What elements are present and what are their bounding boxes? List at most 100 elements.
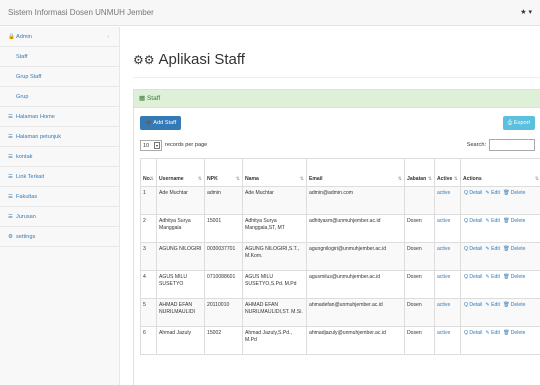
staff-panel: ▦ Staff ➕ Add Staff ⎙ Export 10 ▾ record…	[133, 89, 540, 385]
column-header-jabatan[interactable]: Jabatan ⇅	[404, 158, 435, 187]
edit-link[interactable]: ✎ Edit	[485, 218, 499, 224]
cell-username: Adhitya Surya Manggala	[156, 214, 205, 243]
column-header-npk[interactable]: NPK ⇅	[204, 158, 243, 187]
sidebar-item-settings[interactable]: ⚙ settings	[0, 227, 119, 247]
cell-actions: Q Detail ✎ Edit 🗑 Delete	[460, 270, 540, 299]
cell-active-status[interactable]: active	[434, 326, 461, 355]
cell-actions: Q Detail ✎ Edit 🗑 Delete	[460, 186, 540, 215]
export-label: Export	[513, 120, 530, 126]
cell-nama: AGUNG NILOGIRI,S.T., M.Kom.	[242, 242, 307, 271]
cell-username: AGUS MILU SUSETYO	[156, 270, 205, 299]
export-button[interactable]: ⎙ Export	[502, 116, 535, 130]
edit-link[interactable]: ✎ Edit	[485, 246, 499, 252]
brand-title[interactable]: Sistem Informasi Dosen UNMUH Jember	[8, 8, 154, 17]
top-navbar: Sistem Informasi Dosen UNMUH Jember ★ ▾	[0, 0, 540, 26]
edit-link[interactable]: ✎ Edit	[485, 274, 499, 280]
delete-link[interactable]: 🗑 Delete	[503, 274, 526, 280]
page-title-text: Aplikasi Staff	[158, 51, 245, 68]
delete-link[interactable]: 🗑 Delete	[503, 246, 526, 252]
column-header-email[interactable]: Email ⇅	[306, 158, 405, 187]
column-header-nama[interactable]: Nama ⇅	[242, 158, 307, 187]
cell-email: ahmadjazuly@unmuhjember.ac.id	[306, 326, 405, 355]
detail-link[interactable]: Q Detail	[464, 246, 482, 252]
cell-nama: AGUS MILU SUSETYO,S.Pd. M.Pd	[242, 270, 307, 299]
records-per-page-value: 10	[143, 143, 150, 149]
add-staff-button[interactable]: ➕ Add Staff	[140, 116, 182, 130]
cell-username: Ahmad Jazuly	[156, 326, 205, 355]
sort-icon: ⇅	[235, 176, 240, 182]
cell-jabatan	[404, 186, 435, 215]
cell-active-status[interactable]: active	[434, 214, 461, 243]
cell-nama: Adhitya Surya Manggala,ST, MT	[242, 214, 307, 243]
sidebar-item-kontak[interactable]: ☰ kontak	[0, 147, 119, 167]
panel-heading-text: Staff	[146, 95, 161, 102]
sidebar: 🔒Admin ‹ Staff Grup Staff Grup ☰ Halaman …	[0, 27, 120, 385]
list-icon: ☰	[8, 194, 13, 200]
table-row: 3 AGUNG NILOGIRI 0030037701 AGUNG NILOGI…	[140, 242, 540, 271]
main-content: ⚙⚙ Aplikasi Staff ▦ Staff ➕ Add Staff ⎙ E…	[121, 27, 540, 385]
cell-nama: AHMAD EFAN NURILMAULIDI,ST. M.Si.	[242, 298, 307, 327]
sidebar-item-halaman-home[interactable]: ☰ Halaman Home	[0, 107, 119, 127]
cell-active-status[interactable]: active	[434, 298, 461, 327]
chevron-left-icon: ‹	[107, 34, 109, 40]
cell-nama: Ahmad Jazuly,S.Pd., M.Pd	[242, 326, 307, 355]
search-label: Search:	[466, 142, 486, 148]
sidebar-item-admin[interactable]: 🔒Admin ‹	[0, 27, 119, 47]
delete-link[interactable]: 🗑 Delete	[503, 190, 526, 196]
detail-link[interactable]: Q Detail	[464, 302, 482, 308]
detail-link[interactable]: Q Detail	[464, 274, 482, 280]
detail-link[interactable]: Q Detail	[464, 190, 482, 196]
records-per-page-label: records per page	[165, 142, 208, 148]
list-icon: ☰	[8, 134, 13, 140]
cell-email: agusmilus@unmuhjember.ac.id	[306, 270, 405, 299]
page-title: ⚙⚙ Aplikasi Staff	[133, 51, 245, 68]
delete-link[interactable]: 🗑 Delete	[503, 302, 526, 308]
cell-no: 6	[140, 326, 157, 355]
sort-icon: ⇅	[149, 176, 154, 182]
detail-link[interactable]: Q Detail	[464, 218, 482, 224]
cell-npk: 0030037701	[204, 242, 243, 271]
cell-nama: Ade Muchtar	[242, 186, 307, 215]
table-header-row: No. ⇅ Username ⇅ NPK ⇅ Nama ⇅ Email ⇅ Jabatan…	[140, 158, 540, 187]
sidebar-item-label: Grup Staff	[16, 74, 42, 80]
sort-icon: ⇅	[427, 176, 432, 182]
delete-link[interactable]: 🗑 Delete	[503, 218, 526, 224]
sidebar-item-grup-staff[interactable]: Grup Staff	[0, 67, 119, 87]
cell-active-status[interactable]: active	[434, 186, 461, 215]
sidebar-item-fakultas[interactable]: ☰ Fakultas	[0, 187, 119, 207]
sidebar-item-staff[interactable]: Staff	[0, 47, 119, 67]
title-divider	[133, 77, 540, 78]
column-header-no[interactable]: No. ⇅	[140, 158, 157, 187]
sidebar-item-link-terkait[interactable]: ☰ Link Terkait	[0, 167, 119, 187]
sidebar-item-grup[interactable]: Grup	[0, 87, 119, 107]
add-staff-label: Add Staff	[153, 120, 177, 126]
table-icon: ▦	[139, 95, 146, 102]
column-header-actions[interactable]: Actions ⇅	[460, 158, 540, 187]
sidebar-item-jurusan[interactable]: ☰ Jurusan	[0, 207, 119, 227]
cell-actions: Q Detail ✎ Edit 🗑 Delete	[460, 298, 540, 327]
list-icon: ☰	[8, 114, 13, 120]
list-icon: ☰	[8, 174, 13, 180]
records-per-page-select[interactable]: 10 ▾	[140, 140, 162, 151]
edit-link[interactable]: ✎ Edit	[485, 330, 499, 336]
cell-npk: 0710088601	[204, 270, 243, 299]
delete-link[interactable]: 🗑 Delete	[503, 330, 526, 336]
edit-link[interactable]: ✎ Edit	[485, 302, 499, 308]
cell-npk: 15001	[204, 214, 243, 243]
detail-link[interactable]: Q Detail	[464, 330, 482, 336]
cell-active-status[interactable]: active	[434, 270, 461, 299]
user-menu-icon[interactable]: ★ ▾	[520, 8, 532, 16]
search-input[interactable]	[489, 139, 535, 151]
column-header-active[interactable]: Active ⇅	[434, 158, 461, 187]
sidebar-item-label: settings	[16, 234, 36, 240]
cell-npk: 20110010	[204, 298, 243, 327]
sidebar-item-label: Halaman Home	[16, 114, 55, 120]
cell-username: Ade Muchtar	[156, 186, 205, 215]
sidebar-item-halaman-petunjuk[interactable]: ☰ Halaman petunjuk	[0, 127, 119, 147]
edit-link[interactable]: ✎ Edit	[485, 190, 499, 196]
cell-active-status[interactable]: active	[434, 242, 461, 271]
cell-jabatan: Dosen	[404, 270, 435, 299]
column-header-username[interactable]: Username ⇅	[156, 158, 205, 187]
cell-email: admin@admin.com	[306, 186, 405, 215]
sidebar-item-label: kontak	[16, 154, 33, 160]
